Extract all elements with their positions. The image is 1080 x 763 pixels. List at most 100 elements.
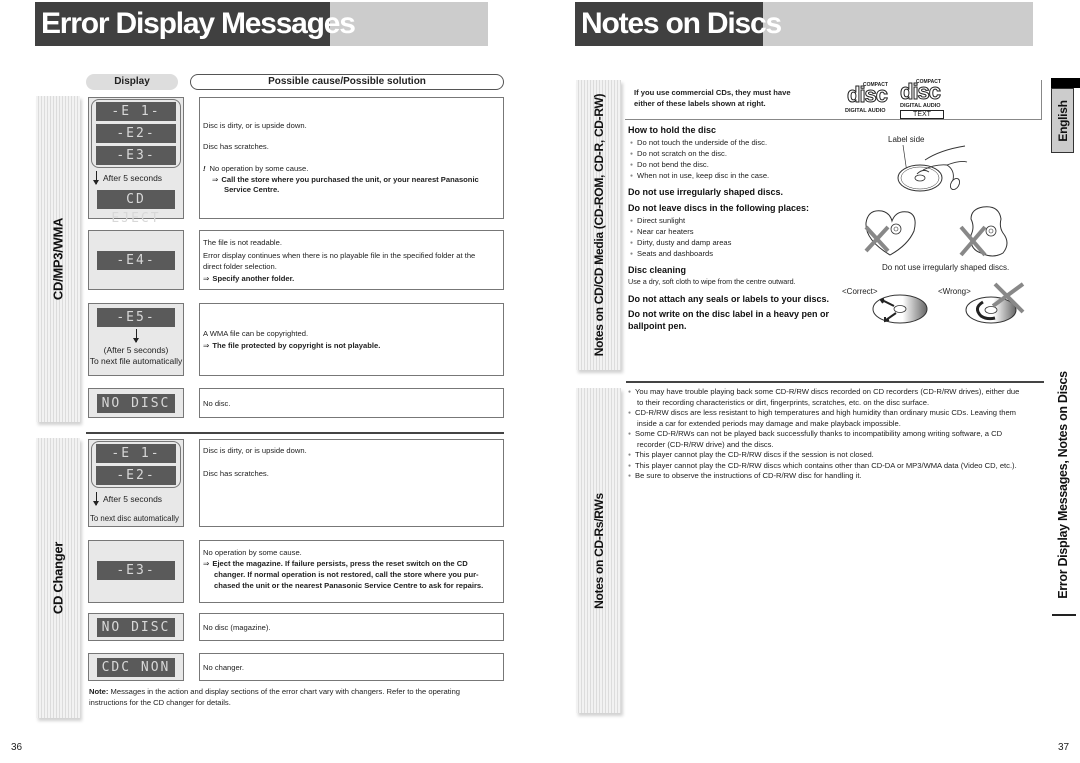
cleaning-text: Use a dry, soft cloth to wipe from the c…: [628, 277, 796, 286]
language-tab[interactable]: English: [1051, 88, 1074, 153]
solution-value: The file protected by copyright is not p…: [212, 341, 381, 350]
down-arrow-icon: [93, 171, 99, 185]
leave-item: Dirty, dusty and damp areas: [630, 238, 731, 249]
lcd-e3: -E3-: [97, 561, 175, 580]
heart-disc-illustration: [864, 210, 916, 256]
cause-text: Disc is dirty, or is upside down.: [203, 446, 307, 455]
hold-item: Do not scratch on the disc.: [630, 149, 727, 160]
lcd-cd-eject: CD EJECT: [97, 190, 175, 226]
cause-text: No changer.: [203, 663, 244, 672]
cause-box-e1-e3: Disc is dirty, or is upside down. Disc h…: [199, 97, 504, 219]
arrow-right-icon: ⇒: [203, 559, 210, 568]
cause-box-e4: The file is not readable. Error display …: [199, 230, 504, 290]
correct-wipe-illustration: [872, 294, 928, 324]
note-label: Note:: [89, 687, 109, 696]
page-title-notes-on-discs: Notes on Discs: [575, 2, 782, 46]
compact-disc-logo: COMPACT disc DIGITAL AUDIO: [845, 80, 895, 118]
display-box-e5: -E5- (After 5 seconds) To next file auto…: [88, 303, 184, 376]
compact-disc-text-logo: COMPACT disc DIGITAL AUDIO TEXT: [898, 78, 948, 120]
cause-box-changer-e1-e2: Disc is dirty, or is upside down. Disc h…: [199, 439, 504, 527]
cause-text: Disc has scratches.: [203, 469, 269, 478]
left-title-bar: Error Display Messages: [35, 2, 488, 46]
lcd-no-disc: NO DISC: [97, 618, 175, 637]
after-label: After 5 seconds: [103, 494, 163, 504]
cdr-note: Some CD-R/RWs can not be played back suc…: [628, 429, 1043, 440]
solution-text: ⇒ Specify another folder.: [203, 274, 294, 284]
solution-value: Eject the magazine. If failure persists,…: [212, 559, 468, 568]
section-divider: [626, 381, 1044, 383]
cause-text: Disc has scratches.: [203, 142, 269, 151]
page-title-error-display: Error Display Messages: [35, 2, 356, 46]
lcd-e3: -E3-: [96, 146, 176, 165]
cdr-notes-list: You may have trouble playing back some C…: [628, 387, 1043, 482]
lcd-e5: -E5-: [97, 308, 175, 327]
section-label-cdr-rw: Notes on CD-Rs/RWs: [591, 492, 606, 609]
commercial-note-line1: If you use commercial CDs, they must hav…: [634, 88, 791, 97]
section-tab-cd-media: Notes on CD/CD Media (CD-ROM, CD-R, CD-R…: [576, 80, 621, 370]
section-label-cd-mp3-wma: CD/MP3/WMA: [50, 217, 66, 301]
cause-box-no-disc: No disc.: [199, 388, 504, 418]
cdr-note: Be sure to observe the instructions of C…: [628, 471, 1043, 482]
hold-heading: How to hold the disc: [628, 125, 716, 135]
note-paragraph: Note: Messages in the action and display…: [89, 686, 499, 708]
cause-text: direct folder selection.: [203, 262, 277, 271]
solution-value: Call the store where you purchased the u…: [221, 175, 479, 184]
arrow-right-icon: ⇒: [203, 274, 210, 283]
cdr-note-line: Some CD-R/RWs can not be played back suc…: [635, 429, 1003, 438]
cdr-note-line: This player cannot play the CD-R/RW disc…: [635, 460, 1017, 470]
display-box-e4: -E4-: [88, 230, 184, 290]
irregular-heading: Do not use irregularly shaped discs.: [628, 187, 784, 197]
hold-item: Do not touch the underside of the disc.: [630, 138, 767, 149]
down-arrow-icon: [93, 492, 99, 506]
leave-item: Near car heaters: [630, 227, 694, 238]
irregular-caption: Do not use irregularly shaped discs.: [882, 263, 1010, 272]
lcd-e4: -E4-: [97, 251, 175, 270]
solution-value: Specify another folder.: [212, 274, 295, 283]
cdr-note-line: You may have trouble playing back some C…: [635, 387, 1020, 396]
column-header-cause: Possible cause/Possible solution: [190, 74, 504, 90]
guitar-disc-illustration: [959, 206, 1008, 257]
display-box-changer-e3: -E3-: [88, 540, 184, 603]
display-box-cdc-non: CDC NON: [88, 653, 184, 681]
section-divider: [86, 432, 504, 434]
lcd-cdc-non: CDC NON: [97, 658, 175, 677]
arrow-right-icon: ⇒: [212, 175, 219, 184]
solution-text: Service Centre.: [224, 185, 280, 194]
commercial-note-line2: either of these labels shown at right.: [634, 99, 766, 108]
section-tab-cd-mp3-wma: CD/MP3/WMA: [36, 96, 80, 422]
section-tab-cd-changer: CD Changer: [36, 438, 80, 718]
solution-text: ⇒ The file protected by copyright is not …: [203, 341, 380, 351]
leave-item: Seats and dashboards: [630, 249, 713, 260]
side-title-rule: [1052, 614, 1076, 616]
cause-text: No disc.: [203, 399, 231, 408]
cause-text: Disc is dirty, or is upside down.: [203, 121, 307, 130]
cdr-note: This player cannot play the CD-R/RW disc…: [628, 450, 1043, 461]
lcd-e1: -E 1-: [96, 102, 176, 121]
column-header-display: Display: [86, 74, 178, 90]
section-label-cd-media: Notes on CD/CD Media (CD-ROM, CD-R, CD-R…: [591, 93, 606, 357]
logo-text-box: TEXT: [900, 110, 944, 119]
cause-text: ! No operation by some cause.: [203, 164, 308, 174]
cdr-note: CD-R/RW discs are less resistant to high…: [628, 408, 1043, 419]
cause-box-e5: A WMA file can be copyrighted. ⇒ The file…: [199, 303, 504, 376]
cdr-note-line: CD-R/RW discs are less resistant to high…: [635, 408, 1017, 417]
auto-next-label: To next file automatically: [89, 356, 183, 366]
leave-heading: Do not leave discs in the following plac…: [628, 203, 810, 213]
cause-text: The file is not readable.: [203, 238, 282, 247]
logo-bottom: DIGITAL AUDIO: [900, 103, 941, 109]
hold-item: Do not bend the disc.: [630, 160, 709, 171]
leave-item: Direct sunlight: [630, 216, 685, 227]
hold-item: When not in use, keep disc in the case.: [630, 171, 769, 182]
solution-text: chased the unit or the nearest Panasonic…: [214, 581, 484, 590]
solution-text: ⇒ Call the store where you purchased the …: [212, 175, 479, 185]
wrong-wipe-illustration: [965, 282, 1025, 324]
lcd-e1: -E 1-: [96, 444, 176, 463]
cdr-note-cont: recorder (CD-R/RW drive) and the discs.: [637, 439, 774, 449]
cause-text: No disc (magazine).: [203, 623, 271, 632]
logo-main: disc: [899, 79, 941, 105]
page-number-right: 37: [1058, 742, 1070, 753]
display-box-e1-e3: -E 1- -E2- -E3- After 5 seconds CD EJECT: [88, 97, 184, 226]
language-tab-bar: [1051, 78, 1080, 88]
down-arrow-icon: [133, 329, 139, 343]
pen-heading-line1: Do not write on the disc label in a heav…: [628, 309, 830, 319]
